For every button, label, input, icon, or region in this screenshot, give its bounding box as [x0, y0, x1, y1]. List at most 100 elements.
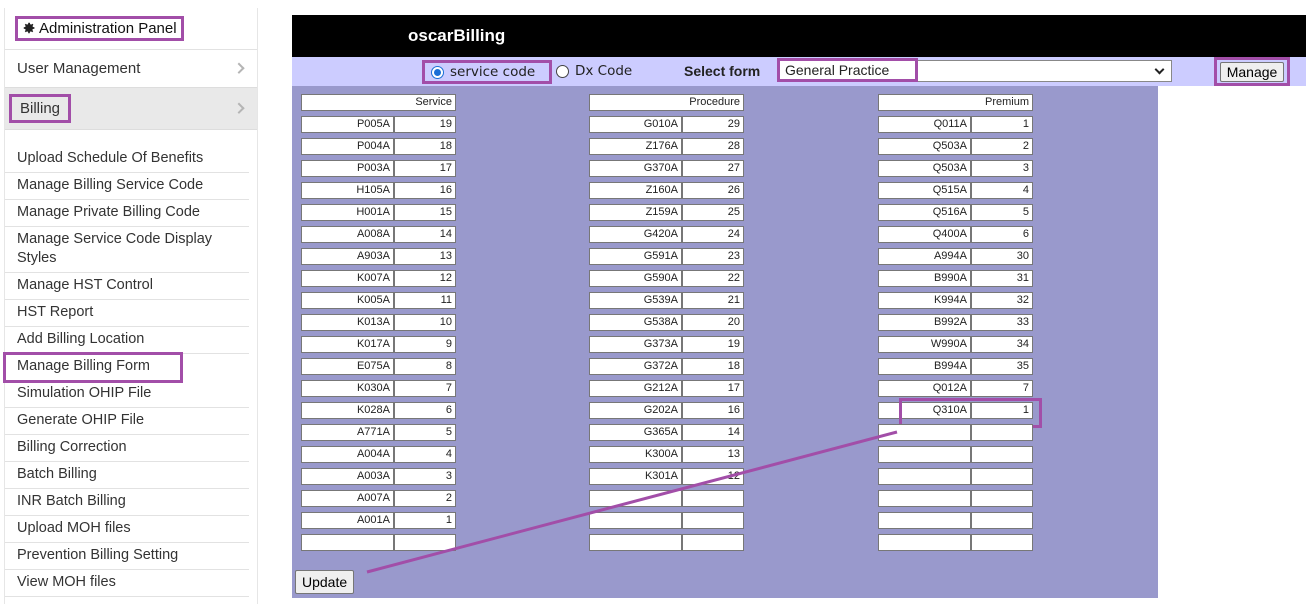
service-code-input[interactable]: A001A: [301, 512, 394, 529]
service-code-input[interactable]: K013A: [301, 314, 394, 331]
procedure-order-input[interactable]: 22: [682, 270, 744, 287]
service-code-input[interactable]: P004A: [301, 138, 394, 155]
menu-item[interactable]: View MOH files: [5, 570, 249, 597]
procedure-code-input[interactable]: Z176A: [589, 138, 682, 155]
update-button[interactable]: Update: [295, 570, 355, 594]
service-order-input[interactable]: 15: [394, 204, 456, 221]
service-code-radio[interactable]: [431, 65, 444, 79]
procedure-code-input[interactable]: G365A: [589, 424, 682, 441]
procedure-order-input[interactable]: 13: [682, 446, 744, 463]
procedure-order-input[interactable]: 14: [682, 424, 744, 441]
procedure-order-input[interactable]: 23: [682, 248, 744, 265]
procedure-code-input[interactable]: G372A: [589, 358, 682, 375]
procedure-order-input[interactable]: [682, 512, 744, 529]
premium-code-input[interactable]: Q310A: [878, 402, 971, 419]
service-order-input[interactable]: 8: [394, 358, 456, 375]
service-order-input[interactable]: 10: [394, 314, 456, 331]
procedure-code-input[interactable]: K300A: [589, 446, 682, 463]
procedure-order-input[interactable]: 26: [682, 182, 744, 199]
service-code-input[interactable]: H001A: [301, 204, 394, 221]
service-code-input[interactable]: K005A: [301, 292, 394, 309]
service-order-input[interactable]: 11: [394, 292, 456, 309]
service-order-input[interactable]: 9: [394, 336, 456, 353]
premium-code-input[interactable]: [878, 490, 971, 507]
service-order-input[interactable]: 19: [394, 116, 456, 133]
procedure-code-input[interactable]: G538A: [589, 314, 682, 331]
procedure-order-input[interactable]: 25: [682, 204, 744, 221]
premium-order-input[interactable]: 34: [971, 336, 1033, 353]
premium-order-input[interactable]: 1: [971, 402, 1033, 419]
procedure-code-input[interactable]: [589, 534, 682, 551]
procedure-order-input[interactable]: 17: [682, 380, 744, 397]
procedure-order-input[interactable]: 24: [682, 226, 744, 243]
service-code-input[interactable]: P003A: [301, 160, 394, 177]
sidebar-user-management[interactable]: User Management: [5, 50, 257, 88]
premium-code-input[interactable]: Q515A: [878, 182, 971, 199]
procedure-code-input[interactable]: Z159A: [589, 204, 682, 221]
premium-code-input[interactable]: [878, 512, 971, 529]
procedure-order-input[interactable]: 19: [682, 336, 744, 353]
menu-item[interactable]: Simulation OHIP File: [5, 381, 249, 408]
premium-order-input[interactable]: [971, 512, 1033, 529]
procedure-code-input[interactable]: Z160A: [589, 182, 682, 199]
procedure-code-input[interactable]: G420A: [589, 226, 682, 243]
service-code-input[interactable]: E075A: [301, 358, 394, 375]
premium-code-input[interactable]: B990A: [878, 270, 971, 287]
menu-item[interactable]: HST Report: [5, 300, 249, 327]
service-code-input[interactable]: A004A: [301, 446, 394, 463]
procedure-code-input[interactable]: G212A: [589, 380, 682, 397]
premium-column-header[interactable]: Premium: [878, 94, 1033, 111]
premium-code-input[interactable]: K994A: [878, 292, 971, 309]
premium-order-input[interactable]: 30: [971, 248, 1033, 265]
menu-item[interactable]: Manage Service Code Display Styles: [5, 227, 249, 273]
premium-code-input[interactable]: Q011A: [878, 116, 971, 133]
service-order-input[interactable]: 1: [394, 512, 456, 529]
service-order-input[interactable]: 7: [394, 380, 456, 397]
service-code-input[interactable]: K017A: [301, 336, 394, 353]
menu-item[interactable]: Prevention Billing Setting: [5, 543, 249, 570]
service-order-input[interactable]: 18: [394, 138, 456, 155]
premium-order-input[interactable]: 31: [971, 270, 1033, 287]
menu-item[interactable]: Manage Billing Service Code: [5, 173, 249, 200]
menu-item[interactable]: Billing Correction: [5, 435, 249, 462]
premium-order-input[interactable]: 33: [971, 314, 1033, 331]
service-code-input[interactable]: K007A: [301, 270, 394, 287]
procedure-order-input[interactable]: 20: [682, 314, 744, 331]
service-code-radio-group[interactable]: service code: [422, 60, 552, 84]
premium-order-input[interactable]: 6: [971, 226, 1033, 243]
procedure-order-input[interactable]: 16: [682, 402, 744, 419]
premium-order-input[interactable]: 4: [971, 182, 1033, 199]
service-code-input[interactable]: A903A: [301, 248, 394, 265]
service-order-input[interactable]: [394, 534, 456, 551]
menu-item[interactable]: Manage HST Control: [5, 273, 249, 300]
premium-code-input[interactable]: B994A: [878, 358, 971, 375]
premium-order-input[interactable]: 5: [971, 204, 1033, 221]
menu-item[interactable]: Generate OHIP File: [5, 408, 249, 435]
procedure-code-input[interactable]: G010A: [589, 116, 682, 133]
premium-code-input[interactable]: [878, 424, 971, 441]
service-order-input[interactable]: 13: [394, 248, 456, 265]
menu-item[interactable]: INR Batch Billing: [5, 489, 249, 516]
menu-item[interactable]: Add Billing Location: [5, 327, 249, 354]
premium-order-input[interactable]: [971, 534, 1033, 551]
premium-order-input[interactable]: [971, 490, 1033, 507]
service-order-input[interactable]: 4: [394, 446, 456, 463]
procedure-order-input[interactable]: 28: [682, 138, 744, 155]
service-order-input[interactable]: 3: [394, 468, 456, 485]
dx-code-radio[interactable]: [556, 64, 569, 78]
procedure-code-input[interactable]: G539A: [589, 292, 682, 309]
menu-item[interactable]: Upload Schedule Of Benefits: [5, 146, 249, 173]
premium-order-input[interactable]: 2: [971, 138, 1033, 155]
procedure-code-input[interactable]: [589, 512, 682, 529]
premium-order-input[interactable]: 1: [971, 116, 1033, 133]
admin-panel-header[interactable]: Administration Panel: [5, 8, 257, 50]
service-order-input[interactable]: 16: [394, 182, 456, 199]
premium-code-input[interactable]: [878, 468, 971, 485]
sidebar-billing[interactable]: Billing: [5, 88, 257, 130]
premium-code-input[interactable]: Q503A: [878, 138, 971, 155]
premium-code-input[interactable]: Q503A: [878, 160, 971, 177]
service-code-input[interactable]: K028A: [301, 402, 394, 419]
menu-item-manage-billing-form[interactable]: Manage Billing Form: [3, 352, 183, 383]
premium-code-input[interactable]: [878, 534, 971, 551]
premium-order-input[interactable]: 3: [971, 160, 1033, 177]
